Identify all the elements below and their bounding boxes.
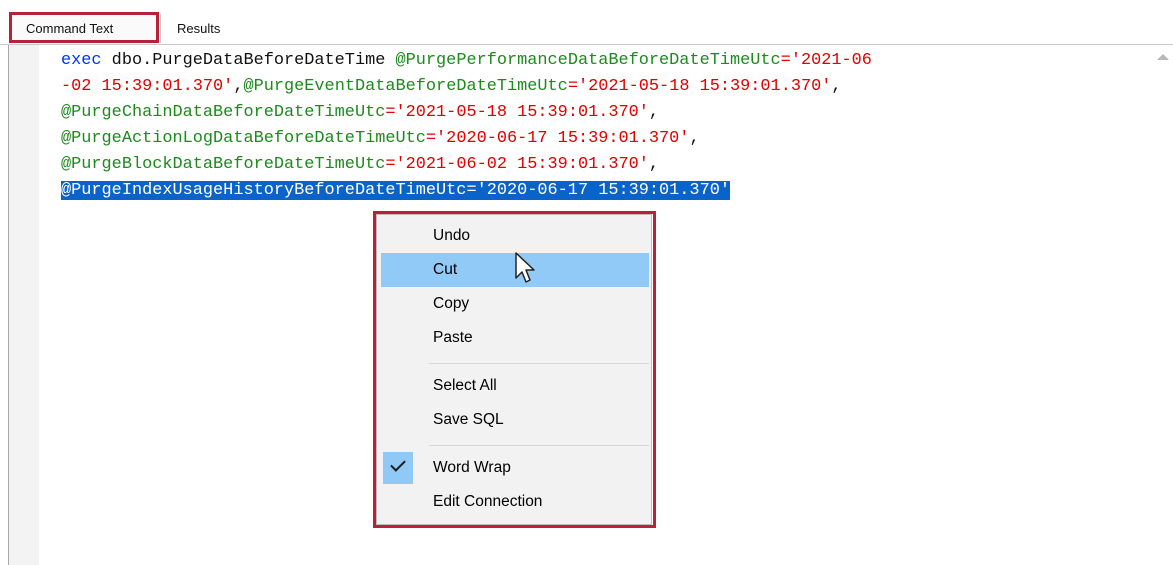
param-block: @PurgeBlockDataBeforeDateTimeUtc bbox=[61, 155, 386, 174]
exec-keyword: exec bbox=[61, 51, 102, 70]
equals-sign: = bbox=[385, 103, 396, 122]
equals-sign: = bbox=[567, 77, 578, 96]
param-performance: @PurgePerformanceDataBeforeDateTimeUtc bbox=[395, 51, 781, 70]
menu-item-cut[interactable]: Cut bbox=[381, 253, 649, 287]
scroll-up-arrow-icon[interactable] bbox=[1157, 54, 1169, 60]
procedure-name: dbo.PurgeDataBeforeDateTime bbox=[101, 51, 396, 70]
checkmark-icon bbox=[383, 452, 413, 484]
menu-separator bbox=[429, 363, 649, 364]
equals-sign: = bbox=[780, 51, 791, 70]
sql-command-text[interactable]: exec dbo.PurgeDataBeforeDateTime @PurgeP… bbox=[61, 48, 1146, 204]
code-line-4: @PurgeActionLogDataBeforeDateTimeUtc='20… bbox=[61, 129, 700, 148]
value-action-log: '2020-06-17 15:39:01.370' bbox=[436, 129, 690, 148]
vertical-scrollbar[interactable] bbox=[1152, 45, 1173, 565]
param-event: @PurgeEventDataBeforeDateTimeUtc bbox=[243, 77, 568, 96]
param-chain: @PurgeChainDataBeforeDateTimeUtc bbox=[61, 103, 386, 122]
menu-item-word-wrap-label: Word Wrap bbox=[433, 459, 511, 476]
menu-item-copy[interactable]: Copy bbox=[381, 287, 649, 321]
value-performance-end: -02 15:39:01.370' bbox=[61, 77, 234, 96]
value-event: '2021-05-18 15:39:01.370' bbox=[577, 77, 832, 96]
menu-item-edit-connection[interactable]: Edit Connection bbox=[381, 485, 649, 519]
code-line-5: @PurgeBlockDataBeforeDateTimeUtc='2021-0… bbox=[61, 155, 659, 174]
value-performance-start: '2021-06 bbox=[790, 51, 872, 70]
comma: , bbox=[831, 77, 842, 96]
code-line-2: -02 15:39:01.370',@PurgeEventDataBeforeD… bbox=[61, 77, 842, 96]
value-chain: '2021-05-18 15:39:01.370' bbox=[395, 103, 649, 122]
menu-item-paste[interactable]: Paste bbox=[381, 321, 649, 355]
tab-strip: Command Text Results bbox=[0, 0, 1173, 45]
param-action-log: @PurgeActionLogDataBeforeDateTimeUtc bbox=[61, 129, 426, 148]
menu-item-save-sql[interactable]: Save SQL bbox=[381, 403, 649, 437]
comma: , bbox=[648, 155, 660, 174]
comma: , bbox=[648, 103, 660, 122]
comma: , bbox=[689, 129, 700, 148]
context-menu: Undo Cut Copy Paste Select All Save SQL … bbox=[376, 214, 652, 525]
menu-separator bbox=[429, 445, 649, 446]
tab-results[interactable]: Results bbox=[177, 14, 220, 43]
comma: , bbox=[233, 77, 244, 96]
menu-item-undo[interactable]: Undo bbox=[381, 219, 649, 253]
equals-sign: = bbox=[385, 155, 396, 174]
equals-sign: = bbox=[425, 129, 437, 148]
selected-text[interactable]: @PurgeIndexUsageHistoryBeforeDateTimeUtc… bbox=[61, 181, 730, 200]
code-line-3: @PurgeChainDataBeforeDateTimeUtc='2021-0… bbox=[61, 103, 659, 122]
value-block: '2021-06-02 15:39:01.370' bbox=[395, 155, 649, 174]
tab-command-text[interactable]: Command Text bbox=[11, 14, 161, 43]
menu-item-word-wrap[interactable]: Word Wrap bbox=[381, 451, 649, 485]
menu-item-select-all[interactable]: Select All bbox=[381, 369, 649, 403]
code-line-1: exec dbo.PurgeDataBeforeDateTime @PurgeP… bbox=[61, 51, 872, 70]
